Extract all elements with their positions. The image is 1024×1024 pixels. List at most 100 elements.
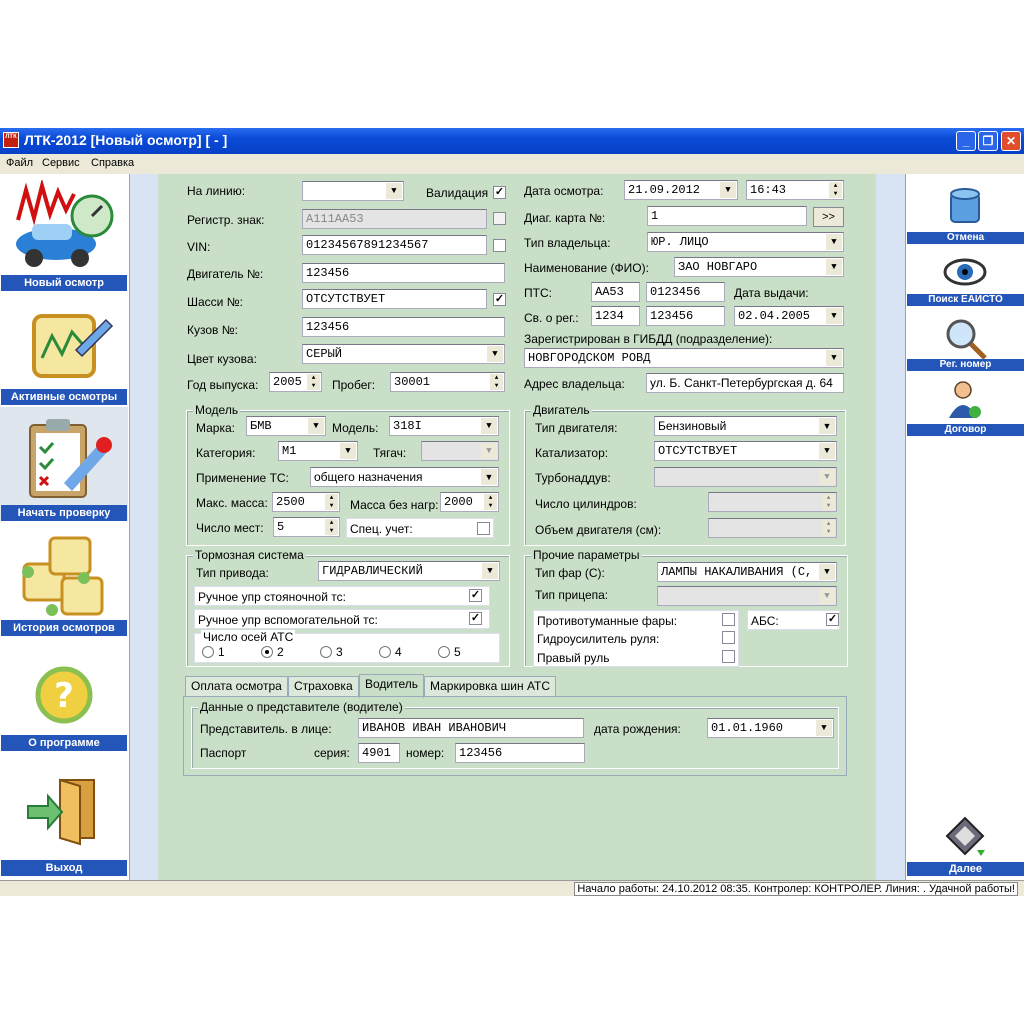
owner-type-value: ЮР. ЛИЦО <box>651 235 709 249</box>
chassis-checkbox[interactable]: ✓ <box>493 293 506 306</box>
passport-series-input[interactable]: 4901 <box>358 743 400 763</box>
car-dashboard-icon <box>16 180 114 267</box>
tab-driver[interactable]: Водитель <box>359 674 425 698</box>
abs-checkbox[interactable]: ✓ <box>826 613 839 626</box>
axle-radio-1[interactable] <box>202 646 214 658</box>
vin-checkbox[interactable] <box>493 239 506 252</box>
validation-checkbox[interactable]: ✓ <box>493 186 506 199</box>
year-spinner[interactable]: 2005 ▲ ▼ <box>269 372 322 392</box>
cancel-button[interactable]: Отмена <box>907 178 1024 244</box>
about-button[interactable]: ? О программе <box>0 637 128 751</box>
tab-payment[interactable]: Оплата осмотра <box>185 676 288 696</box>
active-inspections-button[interactable]: Активные осмотры <box>0 292 128 406</box>
aux-brake-checkbox[interactable]: ✓ <box>469 612 482 625</box>
reg-cert-number-input[interactable]: 123456 <box>646 306 725 326</box>
time-value: 16:43 <box>750 183 787 197</box>
make-select[interactable]: БМВ ▼ <box>246 416 326 436</box>
passport-number-input[interactable]: 123456 <box>455 743 585 763</box>
history-button[interactable]: История осмотров <box>0 522 128 636</box>
contract-button[interactable]: Договор <box>907 378 1024 438</box>
power-steering-checkbox[interactable] <box>722 631 735 644</box>
na-liniyu-select[interactable]: ▼ <box>302 181 404 201</box>
axle-radio-3[interactable] <box>320 646 332 658</box>
lights-label: Тип фар (С): <box>535 566 605 580</box>
chassis-input[interactable]: ОТСУТСТВУЕТ <box>302 289 487 309</box>
owner-type-select[interactable]: ЮР. ЛИЦО ▼ <box>647 232 844 252</box>
reg-znak-label: Регистр. знак: <box>187 213 265 227</box>
passport-label: Паспорт <box>200 746 247 760</box>
owner-name-select[interactable]: ЗАО НОВГАРО ▼ <box>674 257 844 277</box>
date-label: Дата осмотра: <box>524 184 604 198</box>
gibdd-select[interactable]: НОВГОРОДСКОМ РОВД ▼ <box>524 348 844 368</box>
max-mass-spinner[interactable]: 2500 ▲ ▼ <box>272 492 340 512</box>
spinner-arrows-icon: ▲ ▼ <box>822 494 835 510</box>
drive-type-select[interactable]: ГИДРАВЛИЧЕСКИЙ ▼ <box>318 561 500 581</box>
pts-series-input[interactable]: АА53 <box>591 282 640 302</box>
turbo-select[interactable]: ▼ <box>654 467 837 487</box>
fog-lights-checkbox[interactable] <box>722 613 735 626</box>
right-drive-checkbox[interactable] <box>722 650 735 663</box>
cylinders-spinner[interactable]: ▲ ▼ <box>708 492 837 512</box>
new-inspection-button[interactable]: Новый осмотр <box>0 174 128 291</box>
issue-date-select[interactable]: 02.04.2005 ▼ <box>734 306 844 326</box>
color-select[interactable]: СЕРЫЙ ▼ <box>302 344 505 364</box>
maximize-button[interactable]: ❐ <box>978 131 998 151</box>
issue-date-label: Дата выдачи: <box>734 286 809 300</box>
axle-radio-4[interactable] <box>379 646 391 658</box>
category-select[interactable]: M1 ▼ <box>278 441 358 461</box>
representative-input[interactable]: ИВАНОВ ИВАН ИВАНОВИЧ <box>358 718 584 738</box>
seats-spinner[interactable]: 5 ▲ ▼ <box>273 517 340 537</box>
tyagach-select[interactable]: ▼ <box>421 441 499 461</box>
start-check-button[interactable]: Начать проверку <box>0 407 128 521</box>
engine-number-input[interactable]: 123456 <box>302 263 505 283</box>
reg-znak-input[interactable]: А111АА53 <box>302 209 487 229</box>
body-number-input[interactable]: 123456 <box>302 317 505 337</box>
axle-radio-label: 1 <box>218 645 225 659</box>
model-select[interactable]: 318I ▼ <box>389 416 499 436</box>
tab-tire-marking[interactable]: Маркировка шин АТС <box>424 676 557 696</box>
minimize-button[interactable]: _ <box>956 131 976 151</box>
vin-input[interactable]: 01234567891234567 <box>302 235 487 255</box>
menu-help[interactable]: Справка <box>91 157 134 169</box>
menu-file[interactable]: Файл <box>6 157 33 169</box>
close-button[interactable]: ✕ <box>1001 131 1021 151</box>
mileage-spinner[interactable]: 30001 ▲ ▼ <box>390 372 505 392</box>
axle-radio-2[interactable] <box>261 646 273 658</box>
status-text: Начало работы: 24.10.2012 08:35. Контрол… <box>574 882 1018 896</box>
diag-card-lookup-button[interactable]: >> <box>813 207 844 227</box>
help-question-icon: ? <box>35 666 93 724</box>
clipboard-check-icon <box>29 419 112 498</box>
diag-card-input[interactable]: 1 <box>647 206 807 226</box>
drive-type-label: Тип привода: <box>196 566 269 580</box>
menu-bar: Файл Сервис Справка <box>0 154 1024 174</box>
date-select[interactable]: 21.09.2012 ▼ <box>624 180 738 200</box>
volume-spinner[interactable]: ▲ ▼ <box>708 518 837 538</box>
fog-lights-label: Противотуманные фары: <box>537 614 678 628</box>
passport-number-label: номер: <box>406 746 445 760</box>
exit-button[interactable]: Выход <box>0 752 128 880</box>
time-spinner[interactable]: 16:43 ▲ ▼ <box>746 180 844 200</box>
use-select[interactable]: общего назначения ▼ <box>310 467 499 487</box>
title-bar: ЛТК ЛТК-2012 [Новый осмотр] [ - ] _ ❐ ✕ <box>0 128 1024 154</box>
pts-number-input[interactable]: 0123456 <box>646 282 725 302</box>
mass-label: Масса без нагр: <box>350 498 439 512</box>
birth-date-select[interactable]: 01.01.1960 ▼ <box>707 718 834 738</box>
next-button[interactable]: Далее <box>907 814 1024 876</box>
lights-select[interactable]: ЛАМПЫ НАКАЛИВАНИЯ (С, (▼ <box>657 562 837 582</box>
catalyst-select[interactable]: ОТСУТСТВУЕТ ▼ <box>654 441 837 461</box>
trailer-select[interactable]: ▼ <box>657 586 837 606</box>
search-eaisto-button[interactable]: Поиск ЕАИСТО <box>907 246 1024 306</box>
left-spacer <box>130 174 158 880</box>
tab-insurance[interactable]: Страховка <box>288 676 359 696</box>
mass-spinner[interactable]: 2000 ▲ ▼ <box>440 492 499 512</box>
reg-znak-checkbox[interactable] <box>493 212 506 225</box>
menu-service[interactable]: Сервис <box>42 157 80 169</box>
engine-type-select[interactable]: Бензиновый ▼ <box>654 416 837 436</box>
reg-cert-series-input[interactable]: 1234 <box>591 306 640 326</box>
park-brake-checkbox[interactable]: ✓ <box>469 589 482 602</box>
address-input[interactable]: ул. Б. Санкт-Петербургская д. 64 <box>646 373 844 393</box>
axle-radio-5[interactable] <box>438 646 450 658</box>
representative-label: Представитель. в лице: <box>200 722 332 736</box>
spec-checkbox[interactable] <box>477 522 490 535</box>
reg-number-button[interactable]: Рег. номер <box>907 312 1024 372</box>
